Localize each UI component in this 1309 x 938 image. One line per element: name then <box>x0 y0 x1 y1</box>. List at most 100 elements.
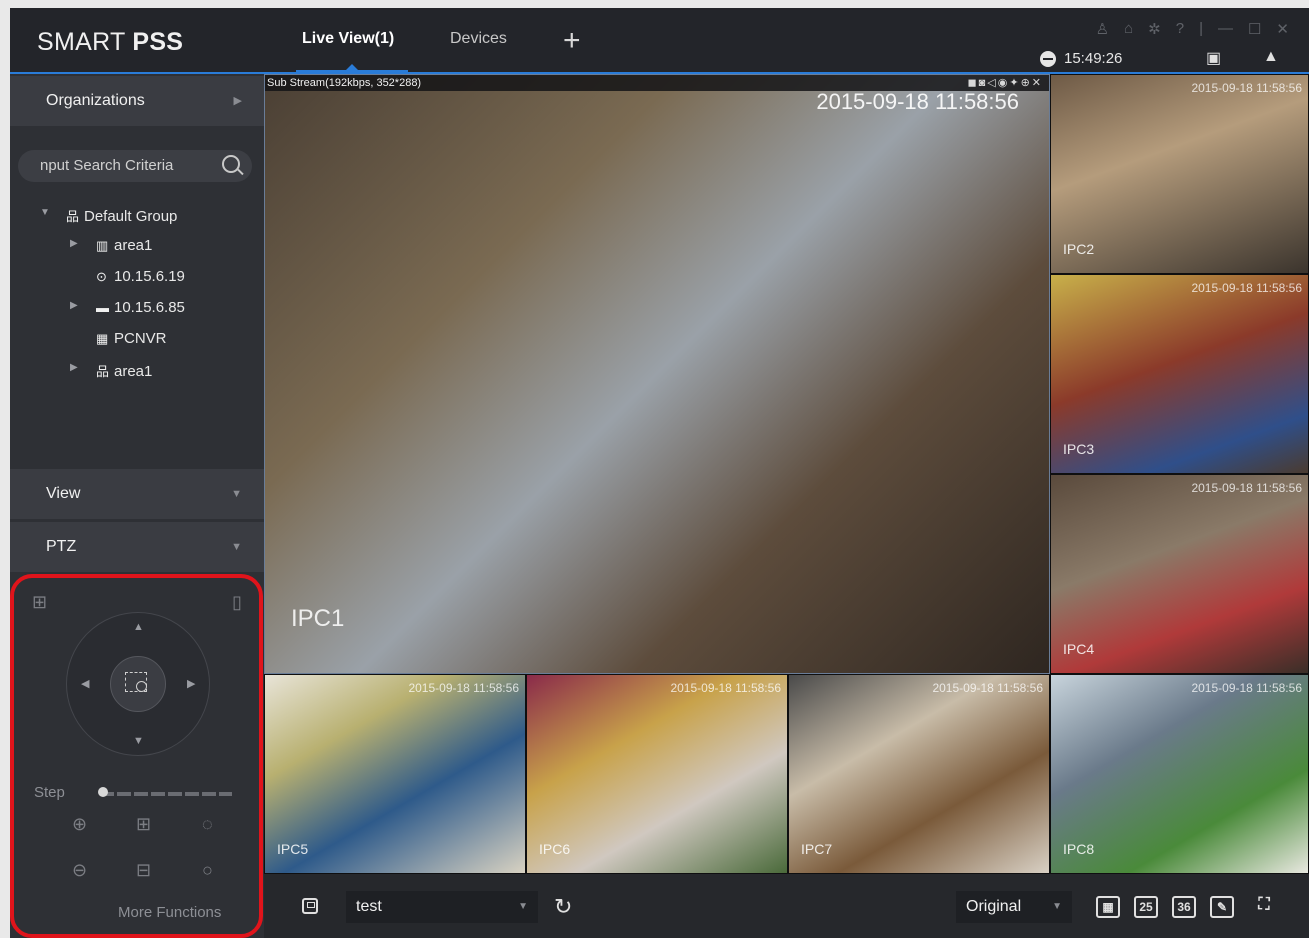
bottom-toolbar: test ▼ ↻ Original ▼ ▦ 25 36 ✎ ⛶ <box>264 874 1309 938</box>
focus-far-icon[interactable]: ⊟ <box>136 860 151 881</box>
layout-4-grid-button[interactable]: ▦ <box>1096 896 1120 918</box>
tile-timestamp: 2015-09-18 11:58:56 <box>408 681 519 695</box>
clock: 15:49:26 <box>1040 50 1122 67</box>
organizations-label: Organizations <box>46 92 145 109</box>
video-tile-ipc5[interactable]: 2015-09-18 11:58:56 IPC5 <box>264 674 526 874</box>
close-tile-icon[interactable]: ✕ <box>1032 77 1043 89</box>
sidebar: Organizations ▶ nput Search Criteria ▼ 品… <box>10 74 264 938</box>
zoom-icon[interactable]: ⊕ <box>1021 77 1032 89</box>
user-icon[interactable]: ♙ <box>1096 20 1109 38</box>
maximize-icon[interactable]: ☐ <box>1248 20 1261 38</box>
ptz-preset-grid-icon[interactable]: ⊞ <box>32 592 47 613</box>
cpu-icon[interactable]: ▣ <box>1206 48 1221 68</box>
tab-devices[interactable]: Devices <box>450 30 507 48</box>
dropdown-arrow-icon: ▼ <box>1052 901 1062 912</box>
ptz-right-arrow[interactable]: ▶ <box>187 677 195 690</box>
tab-live-view[interactable]: Live View(1) <box>302 30 394 48</box>
tile-camera-label: IPC4 <box>1063 641 1095 657</box>
view-select[interactable]: test ▼ <box>346 891 538 923</box>
video-tile-ipc1[interactable]: Sub Stream(192kbps, 352*288) ◼◙◁◉✦⊕✕ 201… <box>264 74 1050 674</box>
fullscreen-icon[interactable]: ⛶ <box>1252 896 1276 918</box>
more-functions-link[interactable]: More Functions <box>118 904 221 921</box>
ptz-3d-zoom-button[interactable] <box>110 656 166 712</box>
window-controls: ♙ ⌂ ✲ ? | — ☐ ✕ <box>1096 20 1289 38</box>
tile-timestamp: 2015-09-18 11:58:56 <box>816 89 1019 114</box>
video-tile-ipc3[interactable]: 2015-09-18 11:58:56 IPC3 <box>1050 274 1309 474</box>
ptz-direction-pad[interactable]: ▲ ▼ ◀ ▶ <box>66 612 210 756</box>
app-window: SMART PSS Live View(1) Devices + ♙ ⌂ ✲ ?… <box>10 8 1309 938</box>
map-icon: ▥ <box>96 238 109 253</box>
save-view-icon[interactable] <box>302 898 318 914</box>
nvr-icon: ▬ <box>96 300 109 315</box>
lock-icon[interactable]: ⌂ <box>1124 20 1133 38</box>
snapshot-icon[interactable]: ◙ <box>979 77 988 89</box>
settings-icon[interactable]: ✲ <box>1148 20 1161 38</box>
video-tile-ipc6[interactable]: 2015-09-18 11:58:56 IPC6 <box>526 674 788 874</box>
ptz-down-arrow[interactable]: ▼ <box>133 735 144 747</box>
audio-icon[interactable]: ◁ <box>987 77 997 89</box>
tree-node-default-group[interactable]: ▼ 品 Default Group <box>40 206 177 225</box>
step-label: Step <box>34 784 65 801</box>
view-panel-header[interactable]: View ▼ <box>10 469 264 519</box>
tree-node-nvr[interactable]: ▶ ▬ 10.15.6.85 <box>70 299 185 316</box>
stream-quality-select[interactable]: Original ▼ <box>956 891 1072 923</box>
expand-arrow-icon[interactable]: ▶ <box>70 300 78 311</box>
focus-near-icon[interactable]: ⊞ <box>136 814 151 835</box>
layout-36-button[interactable]: 36 <box>1172 896 1196 918</box>
ptz-left-arrow[interactable]: ◀ <box>81 677 89 690</box>
search-icon[interactable] <box>222 155 240 173</box>
chevron-down-icon: ▼ <box>231 541 242 553</box>
step-slider-handle[interactable] <box>98 787 108 797</box>
expand-arrow-icon[interactable]: ▶ <box>70 362 78 373</box>
refresh-icon[interactable]: ↻ <box>554 894 572 920</box>
video-tile-ipc2[interactable]: 2015-09-18 11:58:56 IPC2 <box>1050 74 1309 274</box>
zoom-area-icon <box>125 672 147 692</box>
expand-arrow-icon[interactable]: ▶ <box>70 238 78 249</box>
tree-node-pcnvr[interactable]: ▦ PCNVR <box>96 330 167 347</box>
separator: | <box>1199 20 1203 37</box>
video-tile-ipc7[interactable]: 2015-09-18 11:58:56 IPC7 <box>788 674 1050 874</box>
chevron-right-icon: ▶ <box>233 95 242 107</box>
expand-arrow-icon[interactable]: ▼ <box>40 207 50 218</box>
tree-node-area1[interactable]: ▶ ▥ area1 <box>70 237 152 254</box>
active-tab-caret <box>346 64 358 70</box>
record-icon[interactable]: ◼ <box>967 77 978 89</box>
ptz-label: PTZ <box>46 538 77 555</box>
iris-open-icon[interactable]: ◌ <box>202 814 213 835</box>
chevron-down-icon: ▼ <box>231 488 242 500</box>
talk-icon[interactable]: ◉ <box>998 77 1010 89</box>
search-input[interactable]: nput Search Criteria <box>18 150 252 182</box>
ptz-up-arrow[interactable]: ▲ <box>133 621 144 633</box>
org-icon: 品 <box>96 364 110 379</box>
org-icon: 品 <box>66 209 80 224</box>
iris-close-icon[interactable]: ○ <box>202 860 213 881</box>
close-icon[interactable]: ✕ <box>1276 20 1289 38</box>
tree-node-camera[interactable]: ⊙ 10.15.6.19 <box>96 268 185 285</box>
layout-25-button[interactable]: 25 <box>1134 896 1158 918</box>
mouse-icon[interactable]: ▯ <box>232 592 242 613</box>
step-slider[interactable] <box>100 792 232 796</box>
tile-timestamp: 2015-09-18 11:58:56 <box>1191 481 1302 495</box>
minimize-icon[interactable]: — <box>1218 20 1233 38</box>
tile-timestamp: 2015-09-18 11:58:56 <box>1191 81 1302 95</box>
video-tile-ipc4[interactable]: 2015-09-18 11:58:56 IPC4 <box>1050 474 1309 674</box>
organizations-panel-header[interactable]: Organizations ▶ <box>10 76 264 126</box>
camera-icon: ⊙ <box>96 269 107 284</box>
tile-camera-label: IPC1 <box>291 605 345 632</box>
zoom-in-icon[interactable]: ⊕ <box>72 814 87 835</box>
tile-camera-label: IPC8 <box>1063 841 1095 857</box>
bell-icon[interactable]: ▲ <box>1263 48 1279 66</box>
view-label: View <box>46 485 81 502</box>
zoom-out-icon[interactable]: ⊖ <box>72 860 87 881</box>
clock-icon <box>1040 50 1056 67</box>
help-icon[interactable]: ? <box>1176 20 1184 38</box>
tree-node-area1-group[interactable]: ▶ 品 area1 <box>70 361 152 380</box>
active-tab-indicator <box>296 70 408 72</box>
video-tile-ipc8[interactable]: 2015-09-18 11:58:56 IPC8 <box>1050 674 1309 874</box>
edit-layout-button[interactable]: ✎ <box>1210 896 1234 918</box>
add-tab-button[interactable]: + <box>563 26 581 56</box>
search-placeholder: nput Search Criteria <box>40 157 174 174</box>
tile-timestamp: 2015-09-18 11:58:56 <box>1191 681 1302 695</box>
ptz-icon[interactable]: ✦ <box>1009 77 1020 89</box>
ptz-panel-header[interactable]: PTZ ▼ <box>10 522 264 572</box>
